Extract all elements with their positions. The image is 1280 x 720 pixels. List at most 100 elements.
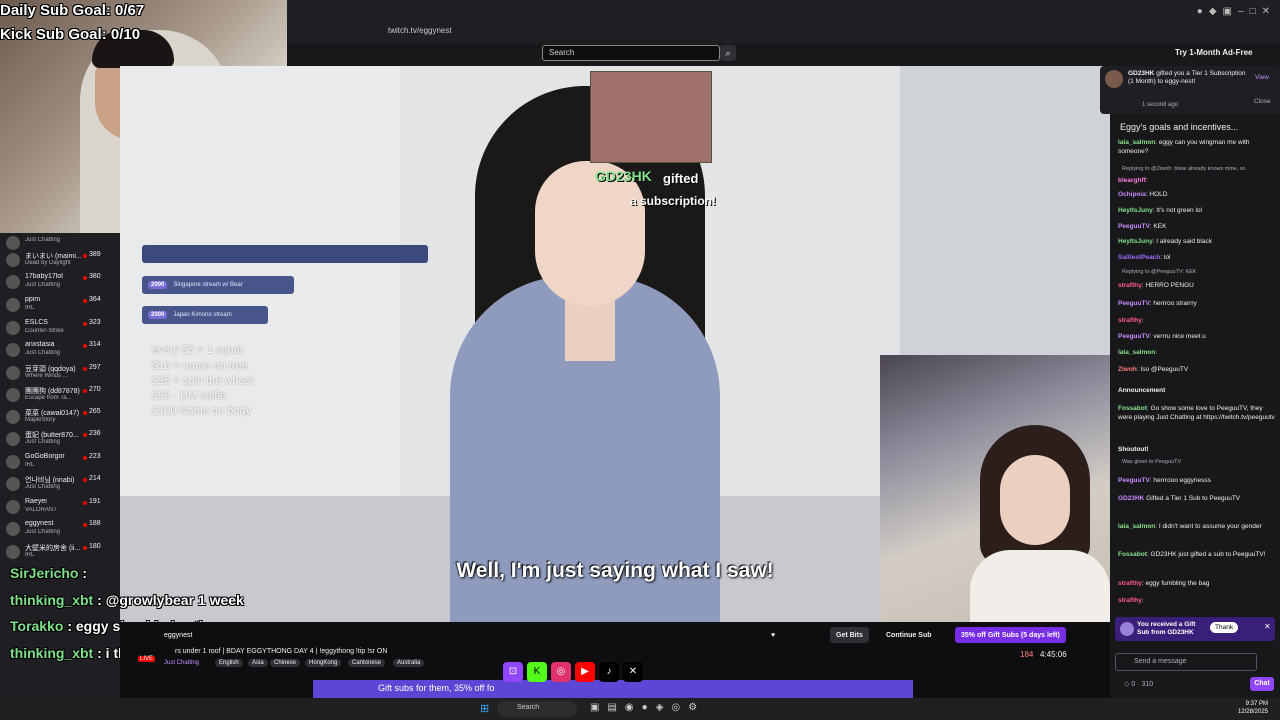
minimize-icon[interactable]: –	[1238, 6, 1244, 17]
continue-sub-button[interactable]: Continue Sub	[880, 627, 938, 643]
chat-send-button[interactable]: Chat	[1250, 677, 1274, 691]
sidebar-channel[interactable]: ppim IRL 364	[0, 295, 120, 317]
search-input[interactable]: Search	[542, 45, 720, 61]
get-bits-button[interactable]: Get Bits	[830, 627, 869, 643]
browser-icon[interactable]: ◉	[625, 702, 634, 713]
chat-message: strafthy:	[1118, 317, 1144, 324]
gift-alert-username: GD23HK	[595, 168, 652, 184]
chat-message: lala_salmon: eggy can you wingman me wit…	[1118, 139, 1250, 155]
sidebar-channel[interactable]: eggynest Just Chatting 188	[0, 519, 120, 541]
donation-rule: $100 Name on body	[152, 405, 252, 417]
viewer-count: 184	[1020, 650, 1034, 659]
stream-tag[interactable]: Australia	[393, 659, 425, 667]
chat-reply-context: Replying to @PeeguuTV: KEK	[1122, 269, 1197, 275]
extension-icon[interactable]: ▣	[1223, 6, 1232, 17]
taskbar-search[interactable]: Search	[497, 701, 577, 717]
adfree-button[interactable]: Try 1-Month Ad-Free	[1175, 48, 1252, 57]
x-icon: ✕	[623, 662, 643, 682]
background-wardrobe	[900, 66, 1110, 366]
gift-sub-event: GD23HK Gifted a Tier 1 Sub to PeeguuTV	[1118, 495, 1241, 502]
chat-input[interactable]: Send a message	[1115, 653, 1257, 671]
spotify-icon[interactable]: ●	[642, 702, 648, 713]
gift-alert-text: a subscription!	[630, 194, 717, 208]
social-icons: ⊡ K ◎ ▶ ♪ ✕	[503, 662, 643, 682]
gift-subs-button[interactable]: 35% off Gift Subs (5 days left)	[955, 627, 1066, 643]
reactor-face	[1000, 455, 1070, 545]
gift-notification[interactable]: GD23HK gifted you a Tier 1 Subscription …	[1100, 66, 1280, 114]
gift-sub-promo-banner[interactable]: ⊡ K ◎ ▶ ♪ ✕ Gift subs for them, 35% off …	[313, 662, 913, 698]
url-bar[interactable]: twitch.tv/eggynest	[370, 20, 910, 40]
chat-message: PeeguuTV: KEK	[1118, 223, 1167, 230]
notification-text: GD23HK gifted you a Tier 1 Subscription …	[1128, 70, 1246, 85]
system-clock[interactable]: 9:37 PM 12/28/2025	[1238, 700, 1268, 716]
sidebar-channel[interactable]: 菜菜 (cawai0147) MapleStory 265	[0, 407, 120, 429]
browser-extension-icons[interactable]: ● ◆ ▣ – □ ✕	[1197, 6, 1270, 17]
gift-received-banner: You received a Gift Sub from GD23HK Than…	[1115, 617, 1275, 641]
stream-tag[interactable]: Asia	[248, 659, 268, 667]
chat-message: strafthy: eggy fumbling the bag	[1118, 580, 1210, 587]
thank-button[interactable]: Thank	[1210, 622, 1239, 633]
goals-header[interactable]: Eggy's goals and incentives...	[1120, 122, 1238, 132]
instagram-icon: ◎	[551, 662, 571, 682]
notification-view-button[interactable]: View	[1255, 74, 1269, 81]
sidebar-channel[interactable]: 大壁米的房舍 (ii... IRL 180	[0, 542, 120, 564]
chat-message: strafthy:	[1118, 597, 1144, 604]
chat-message: lala_salmon:	[1118, 349, 1158, 356]
incentive-item: 2000 Japan Kimono stream	[142, 306, 268, 324]
daily-sub-goal: Daily Sub Goal: 0/67	[0, 2, 145, 19]
chat-message: blearghff:	[1118, 177, 1148, 184]
chat-message: strafthy: HERRO PENGU	[1118, 282, 1194, 289]
chat-message: lala_salmon: I didn't want to assume you…	[1118, 523, 1262, 530]
notification-close-button[interactable]: Close	[1254, 98, 1271, 105]
windows-start-icon[interactable]: ⊞	[480, 702, 489, 715]
maximize-icon[interactable]: □	[1250, 6, 1256, 17]
sidebar-channel[interactable]: ESLCS Counter-Strike 323	[0, 318, 120, 340]
taskbar-apps[interactable]: ▣ ▤ ◉ ● ◈ ◎ ⚙	[590, 702, 697, 713]
app-icon[interactable]: ▣	[590, 702, 599, 713]
chat-message: Fossabot: GD23HK just gifted a sub to Pe…	[1118, 551, 1266, 558]
chat-message: Ochipoia: HOLD	[1118, 191, 1168, 198]
discord-icon[interactable]: ◈	[656, 702, 664, 713]
search-icon[interactable]: ⌕	[720, 45, 736, 61]
sidebar-channel[interactable]: GoGoBorgor IRL 223	[0, 452, 120, 474]
chat-message: Ziwoh: Iso @PeeguuTV	[1118, 366, 1189, 373]
twitch-icon: ⊡	[503, 662, 523, 682]
live-badge: LIVE	[138, 656, 156, 662]
follow-button[interactable]: ♥	[765, 627, 781, 643]
sidebar-channel[interactable]: 豆芽頭 (qqdoya) Where Winds ... 297	[0, 363, 120, 385]
streamer-name[interactable]: eggynest	[164, 632, 192, 639]
stream-tag[interactable]: HongKong	[305, 659, 342, 667]
sidebar-channel[interactable]: 17baby17lol Just Chatting 380	[0, 272, 120, 294]
extension-icon[interactable]: ◆	[1209, 6, 1217, 17]
channel-points[interactable]: ◇ 0 · 310	[1124, 680, 1153, 688]
close-icon[interactable]: ✕	[1262, 6, 1270, 17]
close-icon[interactable]: ✕	[1264, 622, 1271, 631]
sidebar-channel[interactable]: 蛋妃 (butter870... Just Chatting 236	[0, 429, 120, 451]
reactor-shirt	[970, 550, 1110, 622]
stream-tag[interactable]: Chinese	[270, 659, 301, 667]
stream-tag[interactable]: Cantonese	[348, 659, 386, 667]
donation-rule: $25 = spin the wheel	[152, 375, 254, 387]
twitch-top-nav	[287, 44, 1280, 66]
chat-message: PeeguuTV: herrrooo eggynesss	[1118, 477, 1211, 484]
chat-message: Fossabot: Go show some love to PeeguuTV,…	[1118, 405, 1275, 421]
app-icon[interactable]: ◎	[671, 702, 680, 713]
stream-category[interactable]: Just Chatting	[164, 660, 199, 666]
sidebar-channel[interactable]: まいまい (maimi... Dead by Daylight 389	[0, 250, 120, 272]
gift-alert-verb: gifted	[663, 171, 699, 186]
settings-icon[interactable]: ⚙	[688, 702, 697, 713]
gift-alert-image	[590, 71, 712, 163]
stream-tag[interactable]: English	[215, 659, 243, 667]
extension-icon[interactable]: ●	[1197, 6, 1203, 17]
folder-icon[interactable]: ▤	[607, 702, 616, 713]
donation-rule: $50 - DM selfie	[152, 390, 226, 402]
chat-panel: Eggy's goals and incentives... lala_salm…	[1110, 66, 1280, 700]
banner-text: Gift subs for them, 35% off fo	[378, 683, 495, 693]
sidebar-channel[interactable]: Raeyei VALORANT 191	[0, 497, 120, 519]
sidebar-channel[interactable]: 연나비님 (nnabi) Just Chatting 214	[0, 474, 120, 496]
sidebar-channel[interactable]: anxstasia Just Chatting 314	[0, 340, 120, 362]
gift-received-text: You received a Gift Sub from GD23HK	[1137, 621, 1196, 636]
sidebar-channel[interactable]: 團團狗 (dd87878) Escape from Ta... 270	[0, 385, 120, 407]
overlay-chat-line: thinking_xbt : @growlybear 1 week	[10, 592, 244, 608]
incentive-item: 2000 Singapore stream w/ Bear	[142, 276, 294, 294]
